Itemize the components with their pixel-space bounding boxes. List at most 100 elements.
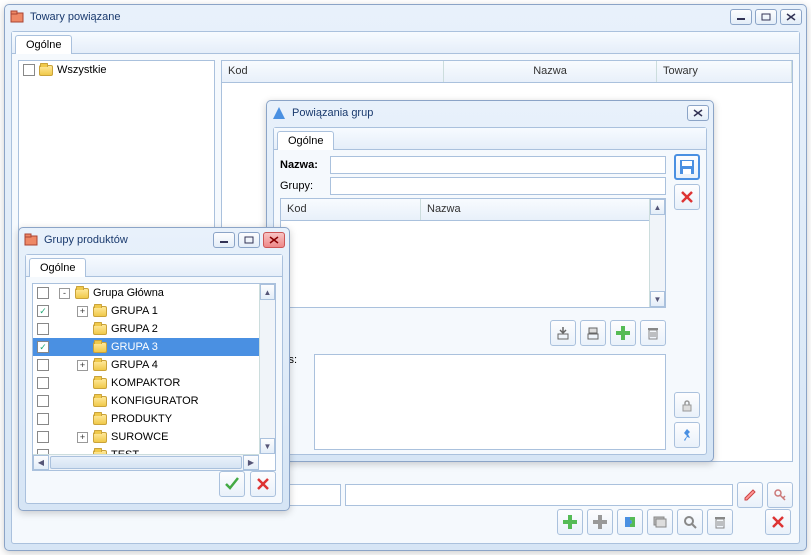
dlg-form: Nazwa: Grupy: <box>280 156 666 195</box>
trash-row-button[interactable] <box>640 320 666 346</box>
app-icon-small <box>23 232 39 248</box>
expand-icon[interactable]: + <box>77 432 88 443</box>
col-kod[interactable]: Kod <box>222 61 444 82</box>
tree-item-label: GRUPA 3 <box>111 341 158 353</box>
expand-icon[interactable]: + <box>77 306 88 317</box>
save-button[interactable] <box>674 154 700 180</box>
edit-pencil-button[interactable] <box>737 482 763 508</box>
col-towary[interactable]: Towary <box>657 61 792 82</box>
tree-item[interactable]: KONFIGURATOR <box>33 392 259 410</box>
checkbox[interactable] <box>37 431 49 443</box>
dlg-titlebar[interactable]: Powiązania grup <box>267 101 713 125</box>
maximize-button[interactable] <box>755 9 777 25</box>
folder-icon <box>93 306 107 317</box>
close-button[interactable] <box>780 9 802 25</box>
main-titlebar: Towary powiązane <box>5 5 806 29</box>
dlg2-titlebar[interactable]: Grupy produktów <box>19 228 289 252</box>
pin-button[interactable] <box>674 422 700 448</box>
cancel-button[interactable] <box>250 471 276 497</box>
import-button[interactable] <box>550 320 576 346</box>
tree-item-label: GRUPA 1 <box>111 305 158 317</box>
checkbox[interactable] <box>37 287 49 299</box>
add-copy-button[interactable] <box>587 509 613 535</box>
edit-field-2[interactable] <box>345 484 733 506</box>
tree-item-label: KONFIGURATOR <box>111 395 199 407</box>
scroll-up-icon[interactable]: ▲ <box>650 199 665 215</box>
close-dialog-button[interactable] <box>765 509 791 535</box>
input-grupy[interactable] <box>330 177 666 195</box>
dialog-product-groups: Grupy produktów Ogólne - Grupa Główna + GRU… <box>18 227 290 511</box>
dlg-close-button[interactable] <box>687 105 709 121</box>
input-opis[interactable] <box>314 354 666 450</box>
tab-general[interactable]: Ogólne <box>15 35 72 54</box>
dlg2-client: Ogólne - Grupa Główna + GRUPA 1 GRUPA 2 GRUPA… <box>25 254 283 504</box>
hscroll-thumb[interactable] <box>50 456 242 469</box>
tree-scroll-up-icon[interactable]: ▲ <box>260 284 275 300</box>
bottom-toolbar <box>18 507 793 537</box>
checkbox[interactable] <box>37 377 49 389</box>
expand-icon[interactable]: + <box>77 360 88 371</box>
tree-scroll-right-icon[interactable]: ▶ <box>243 455 259 470</box>
subgrid-vscroll[interactable]: ▲ ▼ <box>649 199 665 307</box>
dlg-tab-general[interactable]: Ogólne <box>277 131 334 150</box>
dlg2-close-button[interactable] <box>263 232 285 248</box>
folder-icon <box>93 378 107 389</box>
tree-item[interactable]: GRUPA 3 <box>33 338 259 356</box>
lock-button[interactable] <box>674 392 700 418</box>
tree-scroll-left-icon[interactable]: ◀ <box>33 455 49 470</box>
folder-icon <box>39 65 53 76</box>
folder-icon <box>93 396 107 407</box>
col-nazwa[interactable]: Nazwa <box>444 61 657 82</box>
app-icon <box>9 9 25 25</box>
add-button[interactable] <box>557 509 583 535</box>
tree-hscroll[interactable]: ◀ ▶ <box>33 454 259 470</box>
dlg2-minimize-button[interactable] <box>213 232 235 248</box>
input-nazwa[interactable] <box>330 156 666 174</box>
checkbox[interactable] <box>37 359 49 371</box>
tree-item[interactable]: - Grupa Główna <box>33 284 259 302</box>
collapse-icon[interactable]: - <box>59 288 70 299</box>
dlg2-maximize-button[interactable] <box>238 232 260 248</box>
checkbox[interactable] <box>37 305 49 317</box>
folder-icon <box>93 432 107 443</box>
folder-icon <box>93 360 107 371</box>
puzzle-button[interactable] <box>617 509 643 535</box>
tree-item-label: Grupa Główna <box>93 287 164 299</box>
tree-root-row[interactable]: Wszystkie <box>19 61 214 79</box>
stack-button[interactable] <box>647 509 673 535</box>
bottom-edit-row <box>221 480 793 510</box>
ok-button[interactable] <box>219 471 245 497</box>
folder-icon <box>93 324 107 335</box>
scroll-down-icon[interactable]: ▼ <box>650 291 665 307</box>
checkbox[interactable] <box>37 323 49 335</box>
checkbox[interactable] <box>37 413 49 425</box>
subcol-kod[interactable]: Kod <box>281 199 421 220</box>
main-title: Towary powiązane <box>30 11 730 23</box>
main-tabbar: Ogólne <box>12 32 799 54</box>
tree-vscroll[interactable]: ▲ ▼ <box>259 284 275 454</box>
dlg2-tab-general[interactable]: Ogólne <box>29 258 86 277</box>
checkbox[interactable] <box>37 341 49 353</box>
tree-item[interactable]: +SUROWCE <box>33 428 259 446</box>
root-checkbox[interactable] <box>23 64 35 76</box>
delete-button[interactable] <box>674 184 700 210</box>
edit-key-button[interactable] <box>767 482 793 508</box>
tree-scroll-down-icon[interactable]: ▼ <box>260 438 275 454</box>
group-tree: - Grupa Główna + GRUPA 1 GRUPA 2 GRUPA 3 + GRUP… <box>32 283 276 471</box>
tree-item[interactable]: KOMPAKTOR <box>33 374 259 392</box>
tree-item[interactable]: PRODUKTY <box>33 410 259 428</box>
tree-item[interactable]: GRUPA 2 <box>33 320 259 338</box>
tree-item-label: KOMPAKTOR <box>111 377 180 389</box>
trash-button[interactable] <box>707 509 733 535</box>
search-button[interactable] <box>677 509 703 535</box>
add-row-button[interactable] <box>610 320 636 346</box>
export-button[interactable] <box>580 320 606 346</box>
checkbox[interactable] <box>37 395 49 407</box>
minimize-button[interactable] <box>730 9 752 25</box>
tree-body[interactable]: - Grupa Główna + GRUPA 1 GRUPA 2 GRUPA 3 + GRUP… <box>33 284 259 454</box>
subcol-nazwa[interactable]: Nazwa <box>421 199 665 220</box>
tree-item[interactable]: TEST <box>33 446 259 454</box>
tree-item-label: GRUPA 4 <box>111 359 158 371</box>
tree-item[interactable]: + GRUPA 4 <box>33 356 259 374</box>
tree-item[interactable]: + GRUPA 1 <box>33 302 259 320</box>
